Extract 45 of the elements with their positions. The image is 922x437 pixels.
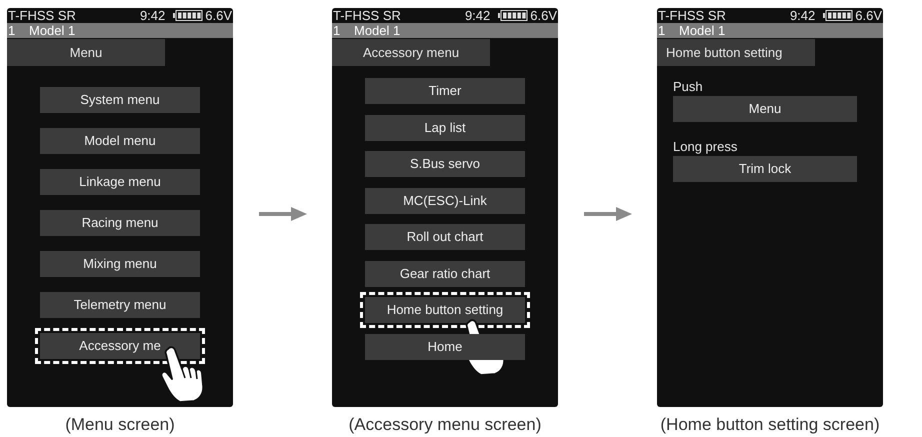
screen-caption: (Accessory menu screen): [348, 414, 542, 436]
battery-icon: [173, 10, 204, 21]
menu-option[interactable]: Accessory me: [40, 333, 200, 359]
right-arrow-icon: [258, 206, 306, 222]
menu-option[interactable]: Home button setting: [365, 297, 525, 323]
screen-caption: (Home button setting screen): [660, 414, 880, 436]
menu-option[interactable]: System menu: [40, 87, 200, 113]
menu-option[interactable]: Racing menu: [40, 210, 200, 236]
system-label: T-FHSS SR: [8, 9, 76, 22]
voltage-reading: 6.6V: [530, 9, 557, 22]
system-label: T-FHSS SR: [333, 9, 401, 22]
model-number: 1: [332, 24, 342, 37]
voltage-reading: 6.6V: [855, 9, 882, 22]
menu-option[interactable]: Gear ratio chart: [365, 260, 525, 286]
clock-time: 9:42: [790, 9, 816, 22]
screen-caption: (Menu screen): [65, 414, 175, 436]
battery-icon: [823, 10, 854, 21]
model-name: Model 1: [29, 24, 76, 37]
setting-label: Long press: [673, 139, 738, 154]
model-number: 1: [7, 24, 16, 37]
menu-option[interactable]: Home: [365, 334, 525, 360]
model-name: Model 1: [679, 24, 726, 37]
clock-time: 9:42: [464, 9, 490, 22]
menu-option[interactable]: Model menu: [40, 128, 200, 154]
system-label: T-FHSS SR: [658, 9, 726, 22]
clock-time: 9:42: [140, 9, 166, 22]
model-number: 1: [657, 24, 666, 37]
setting-label: Push: [673, 79, 704, 94]
screen-title: Home button setting: [657, 39, 815, 66]
setting-value-button[interactable]: Trim lock: [673, 156, 857, 182]
battery-icon: [498, 10, 528, 21]
setting-value-button[interactable]: Menu: [673, 96, 857, 122]
model-name: Model 1: [354, 24, 400, 37]
menu-option[interactable]: Mixing menu: [40, 251, 200, 277]
menu-option[interactable]: Lap list: [365, 114, 525, 140]
menu-option[interactable]: S.Bus servo: [365, 151, 525, 177]
right-arrow-icon: [584, 206, 632, 222]
menu-option[interactable]: Timer: [365, 78, 525, 104]
voltage-reading: 6.6V: [205, 9, 232, 22]
menu-option[interactable]: Roll out chart: [365, 224, 525, 250]
menu-option[interactable]: MC(ESC)-Link: [365, 188, 525, 214]
screen-title: Menu: [7, 39, 165, 66]
menu-option[interactable]: Telemetry menu: [40, 292, 200, 318]
screen-title: Accessory menu: [332, 39, 490, 66]
menu-option[interactable]: Linkage menu: [40, 169, 200, 195]
